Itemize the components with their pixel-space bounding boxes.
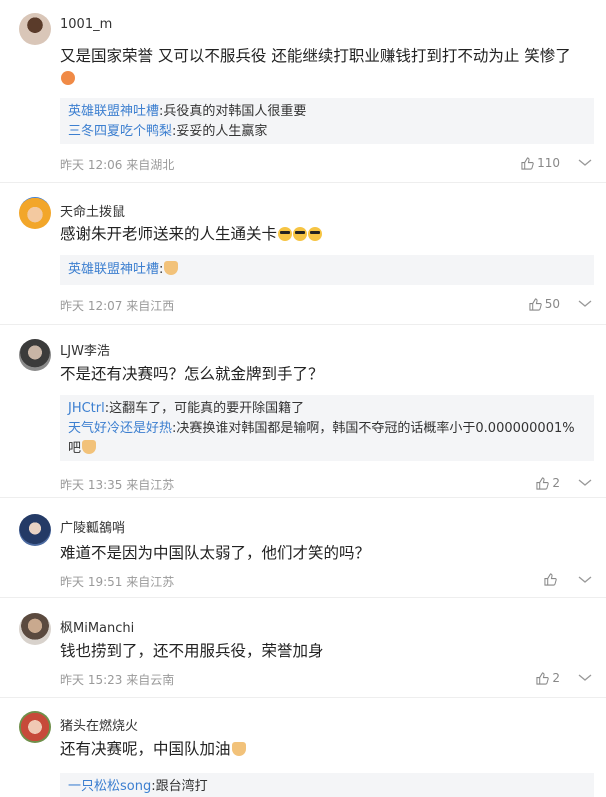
- reply-box[interactable]: JHCtrl:这翻车了，可能真的要开除国籍了 天气好冷还是好热:决赛换谁对韩国都…: [60, 395, 594, 461]
- comment-meta: 昨天 13:35 来自江苏: [60, 478, 175, 492]
- comment-item: 枫MiManchi 钱也捞到了，还不用服兵役，荣誉加身 昨天 15:23 来自云…: [0, 598, 606, 696]
- reply-user[interactable]: 英雄联盟神吐槽: [68, 262, 159, 277]
- reply-line: 英雄联盟神吐槽:: [68, 259, 586, 280]
- more-options-icon[interactable]: [576, 158, 594, 170]
- comment-item: 天命土拨鼠 感谢朱开老师送来的人生通关卡 英雄联盟神吐槽: 昨天 12:07 来…: [0, 183, 606, 323]
- username[interactable]: LJW李浩: [60, 340, 110, 359]
- reply-line: 三冬四夏吃个鸭梨:妥妥的人生赢家: [68, 124, 268, 139]
- thumbs-up-icon: [544, 573, 557, 586]
- like-count: 2: [552, 671, 560, 685]
- reply-user[interactable]: 三冬四夏吃个鸭梨: [68, 124, 172, 139]
- more-options-icon[interactable]: [576, 575, 594, 587]
- sunglasses-emoji-icon: [293, 227, 308, 241]
- reply-box[interactable]: 英雄联盟神吐槽:兵役真的对韩国人很重要 三冬四夏吃个鸭梨:妥妥的人生赢家: [60, 98, 594, 144]
- comment-text: 钱也捞到了，还不用服兵役，荣誉加身: [60, 642, 324, 660]
- avatar[interactable]: [19, 197, 51, 229]
- sunglasses-emoji-icon: [278, 227, 293, 241]
- username[interactable]: 猪头在燃烧火: [60, 715, 138, 734]
- avatar[interactable]: [19, 711, 51, 743]
- sunglasses-emoji-icon: [308, 227, 323, 241]
- cat-emoji-icon: [164, 261, 179, 275]
- like-count: 110: [537, 156, 560, 170]
- reply-line: JHCtrl:这翻车了，可能真的要开除国籍了: [68, 401, 305, 416]
- reply-line: 天气好冷还是好热:决赛换谁对韩国都是输啊，韩国不夺冠的话概率小于0.000000…: [68, 421, 575, 456]
- cat-emoji-icon: [231, 742, 246, 756]
- username[interactable]: 广陵瓤鵅哨: [60, 517, 125, 536]
- thumbs-up-icon: [529, 297, 542, 311]
- reply-user[interactable]: 英雄联盟神吐槽: [68, 104, 159, 119]
- avatar[interactable]: [19, 13, 51, 45]
- reply-user[interactable]: 一只松松song: [68, 779, 151, 794]
- reply-line: 英雄联盟神吐槽:兵役真的对韩国人很重要: [68, 104, 307, 119]
- username[interactable]: 天命土拨鼠: [60, 201, 125, 220]
- more-options-icon[interactable]: [576, 673, 594, 685]
- like-button[interactable]: 50: [529, 297, 560, 311]
- like-button[interactable]: 110: [521, 156, 560, 170]
- like-count: 2: [552, 476, 560, 490]
- username[interactable]: 1001_m: [60, 17, 112, 32]
- grin-emoji-icon: [61, 71, 75, 85]
- comment-item: LJW李浩 不是还有决赛吗？怎么就金牌到手了？ JHCtrl:这翻车了，可能真的…: [0, 325, 606, 495]
- comment-item: 猪头在燃烧火 还有决赛呢，中国队加油 一只松松song:跟台湾打: [0, 698, 606, 797]
- comment-meta: 昨天 12:06 来自湖北: [60, 158, 175, 172]
- avatar[interactable]: [19, 514, 51, 546]
- more-options-icon[interactable]: [576, 299, 594, 311]
- more-options-icon[interactable]: [576, 478, 594, 490]
- comment-text: 还有决赛呢，中国队加油: [60, 738, 596, 760]
- comment-text: 又是国家荣誉 又可以不服兵役 还能继续打职业赚钱打到打不动为止 笑惨了: [60, 45, 596, 89]
- reply-user[interactable]: JHCtrl: [68, 401, 105, 416]
- comment-item: 广陵瓤鵅哨 难道不是因为中国队太弱了，他们才笑的吗？ 昨天 19:51 来自江苏: [0, 498, 606, 596]
- comment-text: 感谢朱开老师送来的人生通关卡: [60, 223, 596, 245]
- like-button[interactable]: [544, 573, 560, 586]
- reply-box[interactable]: 英雄联盟神吐槽:: [60, 255, 594, 285]
- cat-emoji-icon: [82, 440, 97, 454]
- comment-text: 难道不是因为中国队太弱了，他们才笑的吗？: [60, 544, 371, 562]
- comment-item: 1001_m 又是国家荣誉 又可以不服兵役 还能继续打职业赚钱打到打不动为止 笑…: [0, 0, 606, 180]
- thumbs-up-icon: [536, 476, 550, 490]
- avatar[interactable]: [19, 613, 51, 645]
- reply-user[interactable]: 天气好冷还是好热: [68, 421, 172, 436]
- comment-meta: 昨天 19:51 来自江苏: [60, 575, 175, 589]
- reply-box[interactable]: 一只松松song:跟台湾打: [60, 773, 594, 797]
- comment-text: 不是还有决赛吗？怎么就金牌到手了？: [60, 365, 324, 383]
- comment-meta: 昨天 12:07 来自江西: [60, 299, 175, 313]
- username[interactable]: 枫MiManchi: [60, 617, 134, 636]
- reply-line: 一只松松song:跟台湾打: [68, 779, 208, 794]
- thumbs-up-icon: [521, 156, 534, 170]
- like-button[interactable]: 2: [536, 476, 560, 490]
- like-button[interactable]: 2: [536, 671, 560, 685]
- thumbs-up-icon: [536, 671, 550, 685]
- comment-meta: 昨天 15:23 来自云南: [60, 673, 175, 687]
- like-count: 50: [544, 297, 560, 311]
- avatar[interactable]: [19, 339, 51, 371]
